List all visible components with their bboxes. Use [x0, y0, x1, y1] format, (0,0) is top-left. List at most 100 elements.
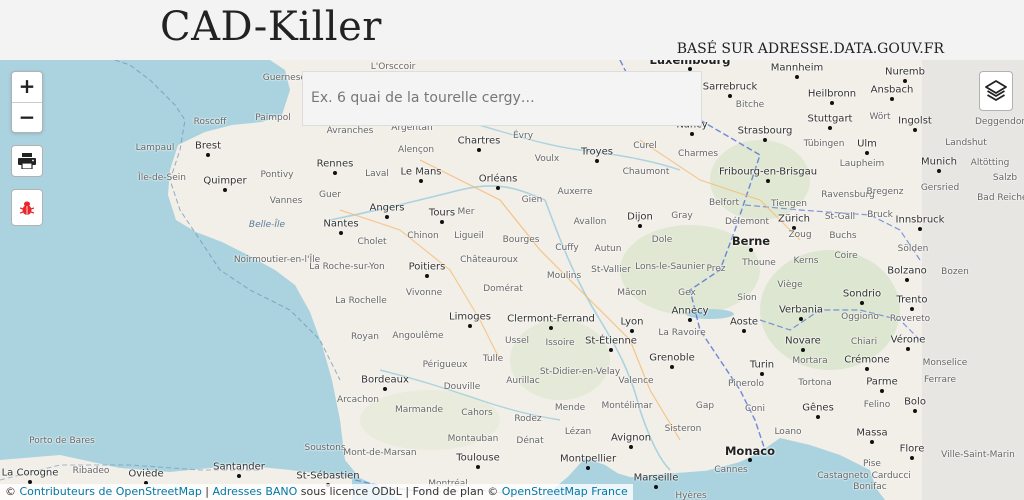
city-dot: [629, 445, 633, 449]
map-label: Avignon: [610, 432, 652, 444]
map-label: Domérat: [483, 284, 523, 294]
map-label: Wört: [869, 112, 891, 122]
map-label: Bourges: [502, 235, 540, 245]
app-subtitle: BASÉ SUR ADRESSE.DATA.GOUV.FR: [676, 41, 944, 57]
map-label: Salzb: [992, 173, 1018, 183]
address-search-input[interactable]: [303, 72, 699, 123]
city-dot: [339, 231, 343, 235]
map-label: Prez: [706, 264, 726, 274]
map-label: Cahors: [461, 408, 493, 418]
map-label: Lyon: [620, 316, 644, 328]
map-label: La Corogne: [1, 467, 59, 479]
map-label: Limoges: [449, 311, 491, 323]
map-label: Tübingen: [803, 139, 845, 149]
map-label: Bordeaux: [361, 374, 409, 386]
zoom-out-button[interactable]: −: [12, 103, 42, 133]
map-label: Délemont: [724, 217, 770, 227]
bug-icon: [20, 201, 34, 215]
map-label: Valence: [618, 376, 654, 386]
map-label: St-Vallier: [591, 265, 631, 275]
city-dot: [688, 318, 692, 322]
city-dot: [890, 97, 894, 101]
map-label: Marmande: [394, 405, 444, 415]
map-label: Vivonne: [405, 288, 443, 298]
map-label: Santander: [213, 461, 265, 473]
city-dot: [795, 75, 799, 79]
map-label: Sölden: [897, 244, 929, 254]
map-label: Lons-le-Saunier: [635, 262, 705, 272]
map-label: Auxerre: [557, 187, 593, 197]
map-label: Annecy: [671, 305, 709, 317]
map-label: Viège: [777, 280, 803, 290]
city-dot: [638, 224, 642, 228]
report-bug-button[interactable]: [11, 189, 43, 226]
map-label: Pontivy: [260, 170, 294, 180]
map-label: Flore: [899, 443, 925, 455]
map-view[interactable]: Luxembourg Mannheim Nuremb Sarrebruck Heilbr…: [0, 60, 1024, 500]
map-label: Bad Reichenh: [977, 193, 1024, 203]
city-dot: [690, 132, 694, 136]
print-button[interactable]: [11, 145, 43, 177]
map-label: Toulouse: [456, 452, 500, 464]
osm-france-link[interactable]: OpenStreetMap France: [502, 485, 628, 498]
city-dot: [910, 307, 914, 311]
map-label: Troyes: [581, 146, 613, 158]
zoom-in-button[interactable]: +: [12, 72, 42, 103]
map-label: Ferrare: [923, 375, 957, 385]
address-search-box: [302, 71, 702, 126]
map-label: Monaco: [724, 444, 776, 458]
city-dot: [223, 188, 227, 192]
map-label: Guer: [319, 190, 341, 200]
map-label: Coire: [834, 251, 858, 261]
map-label: Arcachon: [337, 395, 379, 405]
city-dot: [860, 301, 864, 305]
map-label: Loano: [774, 427, 802, 437]
map-label: Trento: [896, 294, 928, 306]
map-label: Issoire: [545, 338, 575, 348]
map-label: Bregenz: [866, 187, 904, 197]
map-label: Monselice: [922, 358, 968, 368]
layers-icon: [985, 80, 1007, 101]
city-dot: [206, 153, 210, 157]
map-label: Hyères: [675, 491, 707, 500]
map-label: La Roche-sur-Yon: [309, 262, 385, 272]
map-label: Vérone: [890, 334, 926, 346]
layers-button[interactable]: [979, 71, 1013, 111]
city-dot: [383, 387, 387, 391]
map-label: Rennes: [316, 158, 354, 170]
map-label: Gênes: [802, 402, 834, 414]
zoom-control: + −: [11, 71, 43, 133]
city-dot: [763, 138, 767, 142]
map-label: Ansbach: [870, 84, 914, 96]
map-label: Massa: [856, 427, 888, 439]
map-label: Coni: [745, 404, 765, 414]
city-dot: [630, 329, 634, 333]
map-label: Deggendor: [974, 117, 1024, 127]
map-label: Bozen: [941, 267, 969, 277]
map-label: Ligueil: [454, 231, 484, 241]
map-label: Fribourg-en-Brisgau: [718, 166, 818, 178]
map-label: Quimper: [203, 175, 247, 187]
map-label: Cannes: [714, 465, 748, 475]
map-label: Bolzano: [887, 265, 927, 277]
map-label: Nuremb: [885, 66, 925, 78]
map-label: La Rochelle: [335, 296, 387, 306]
map-label: Landshut: [945, 138, 987, 148]
map-label: Belfort: [708, 198, 740, 208]
map-label: Chartres: [457, 135, 501, 147]
map-label: Chaumont: [622, 167, 670, 177]
osm-contributors-link[interactable]: Contributeurs de OpenStreetMap: [20, 485, 202, 498]
map-label: Rodez: [514, 414, 542, 424]
map-label: Berne: [731, 234, 771, 248]
city-dot: [870, 440, 874, 444]
map-label: Kerns: [793, 256, 819, 266]
map-label: Porto de Bares: [29, 436, 95, 446]
map-label: Bruck: [867, 210, 893, 220]
map-label: Mende: [554, 403, 586, 413]
city-dot: [477, 148, 481, 152]
city-dot: [830, 101, 834, 105]
bano-link[interactable]: Adresses BANO: [213, 485, 298, 498]
map-label: Verbania: [778, 304, 824, 316]
map-label: Mont-de-Marsan: [343, 448, 417, 458]
map-attribution: © Contributeurs de OpenStreetMap | Adres…: [0, 484, 633, 500]
